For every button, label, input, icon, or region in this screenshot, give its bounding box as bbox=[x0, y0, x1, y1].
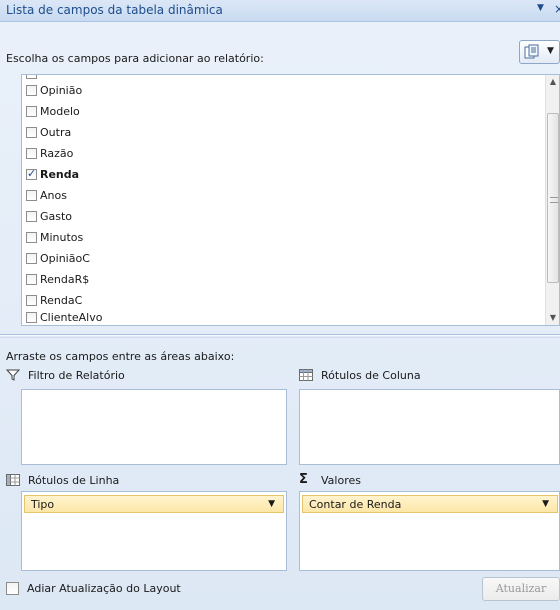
field-checkbox[interactable] bbox=[26, 105, 37, 117]
field-checkbox[interactable] bbox=[26, 252, 37, 264]
field-label: OpiniãoC bbox=[40, 251, 90, 265]
values-drop-area[interactable]: Contar de Renda ▼ bbox=[299, 491, 560, 571]
field-label: Anos bbox=[40, 188, 67, 202]
scroll-down-icon[interactable]: ▼ bbox=[546, 311, 559, 325]
field-checkbox-checked[interactable] bbox=[26, 167, 37, 180]
field-item-outra[interactable]: Outra bbox=[26, 123, 71, 141]
field-label: Minutos bbox=[40, 230, 84, 244]
field-checkbox[interactable] bbox=[26, 231, 37, 243]
field-item-opiniaoc[interactable]: OpiniãoC bbox=[26, 249, 90, 267]
field-checkbox[interactable] bbox=[26, 84, 37, 96]
row-grid-icon bbox=[6, 474, 20, 486]
scroll-up-icon[interactable]: ▲ bbox=[546, 75, 559, 89]
grip-icon bbox=[550, 197, 558, 203]
field-item-modelo[interactable]: Modelo bbox=[26, 102, 80, 120]
field-label: Gasto bbox=[40, 209, 73, 223]
row-field-label: Tipo bbox=[31, 497, 55, 511]
pane-menu-icon[interactable]: ▼ bbox=[537, 3, 544, 13]
column-grid-icon bbox=[299, 369, 313, 381]
values-header: Σ Valores bbox=[299, 473, 361, 487]
field-checkbox[interactable] bbox=[26, 147, 37, 159]
row-field-pill[interactable]: Tipo ▼ bbox=[24, 495, 284, 513]
field-label: RendaR$ bbox=[40, 272, 90, 286]
pane-title: Lista de campos da tabela dinâmica bbox=[6, 3, 223, 17]
partial-field-checkbox bbox=[26, 75, 37, 79]
values-label: Valores bbox=[321, 473, 361, 487]
defer-layout-update[interactable]: Adiar Atualização do Layout bbox=[6, 582, 181, 595]
field-label: Outra bbox=[40, 125, 72, 139]
field-label: ClienteAlvo bbox=[40, 310, 103, 324]
chevron-down-icon[interactable]: ▼ bbox=[268, 499, 275, 509]
field-checkbox[interactable] bbox=[26, 294, 37, 306]
field-checkbox[interactable] bbox=[26, 126, 37, 138]
column-labels-label: Rótulos de Coluna bbox=[321, 368, 421, 382]
filter-icon bbox=[6, 369, 20, 381]
column-labels-drop-area[interactable] bbox=[299, 389, 560, 465]
row-labels-label: Rótulos de Linha bbox=[28, 473, 120, 487]
chevron-down-icon: ▼ bbox=[547, 46, 554, 56]
field-item-rendar[interactable]: RendaR$ bbox=[26, 270, 89, 288]
field-layout-icon bbox=[524, 44, 539, 59]
field-item-anos[interactable]: Anos bbox=[26, 186, 67, 204]
pivot-field-list-pane: Lista de campos da tabela dinâmica ▼ × E… bbox=[0, 0, 560, 610]
defer-layout-checkbox[interactable] bbox=[6, 582, 19, 595]
row-labels-header: Rótulos de Linha bbox=[6, 473, 119, 487]
field-label: RendaC bbox=[40, 293, 83, 307]
chevron-down-icon[interactable]: ▼ bbox=[542, 499, 549, 509]
field-list[interactable]: Opinião Modelo Outra Razão Renda Anos Ga… bbox=[21, 74, 560, 326]
field-item-clientealvo[interactable]: ClienteAlvo bbox=[26, 308, 103, 325]
field-item-rendac[interactable]: RendaC bbox=[26, 291, 82, 309]
field-item-renda[interactable]: Renda bbox=[26, 165, 79, 183]
title-bar: Lista de campos da tabela dinâmica ▼ × bbox=[0, 0, 560, 22]
row-labels-drop-area[interactable]: Tipo ▼ bbox=[21, 491, 287, 571]
field-label: Razão bbox=[40, 146, 74, 160]
field-checkbox[interactable] bbox=[26, 189, 37, 201]
value-field-label: Contar de Renda bbox=[309, 497, 402, 511]
drag-fields-label: Arraste os campos entre as áreas abaixo: bbox=[6, 350, 235, 363]
scroll-thumb[interactable] bbox=[547, 113, 559, 283]
report-filter-header: Filtro de Relatório bbox=[6, 368, 125, 382]
field-label: Modelo bbox=[40, 104, 80, 118]
field-item-opiniao[interactable]: Opinião bbox=[26, 81, 82, 99]
pane-splitter[interactable] bbox=[0, 334, 560, 338]
close-icon[interactable]: × bbox=[554, 2, 560, 16]
defer-layout-label: Adiar Atualização do Layout bbox=[27, 582, 181, 595]
choose-fields-label: Escolha os campos para adicionar ao rela… bbox=[6, 52, 264, 65]
sigma-icon: Σ bbox=[299, 472, 308, 487]
field-checkbox[interactable] bbox=[26, 273, 37, 285]
column-labels-header: Rótulos de Coluna bbox=[299, 368, 421, 382]
field-layout-button[interactable]: ▼ bbox=[519, 40, 560, 64]
field-item-gasto[interactable]: Gasto bbox=[26, 207, 72, 225]
field-item-minutos[interactable]: Minutos bbox=[26, 228, 83, 246]
field-item-razao[interactable]: Razão bbox=[26, 144, 73, 162]
field-checkbox[interactable] bbox=[26, 311, 37, 323]
field-checkbox[interactable] bbox=[26, 210, 37, 222]
report-filter-drop-area[interactable] bbox=[21, 389, 287, 465]
report-filter-label: Filtro de Relatório bbox=[28, 368, 125, 382]
field-label: Opinião bbox=[40, 83, 83, 97]
field-list-scrollbar[interactable]: ▲ ▼ bbox=[545, 75, 559, 325]
field-label: Renda bbox=[40, 167, 80, 181]
update-button[interactable]: Atualizar bbox=[482, 577, 560, 601]
value-field-pill[interactable]: Contar de Renda ▼ bbox=[302, 495, 558, 513]
